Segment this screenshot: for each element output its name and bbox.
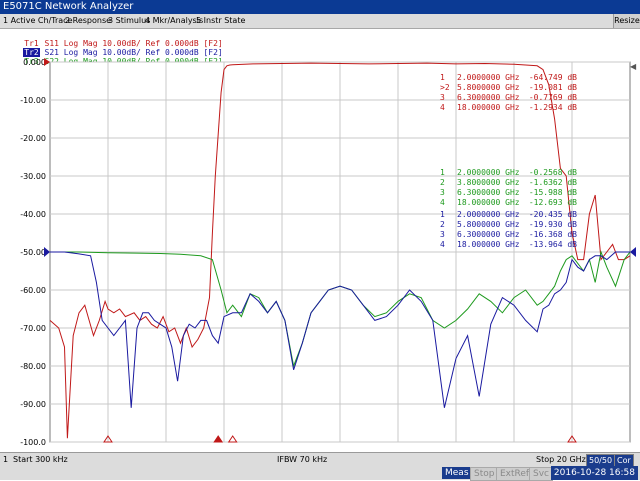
trace-1-label[interactable]: Tr1 S11 Log Mag 10.00dB/ Ref 0.000dB [F2… [4, 30, 222, 48]
y-tick-label: -20.00 [20, 134, 46, 143]
y-tick-label: -40.00 [20, 210, 46, 219]
reference-line-marker-icon [44, 247, 50, 257]
marker-frequency: 2.0000000 GHz [457, 168, 520, 177]
marker-id: 4 [440, 240, 445, 249]
y-tick-label: -10.00 [20, 96, 46, 105]
menu-instr-state[interactable]: 5 Instr State [196, 14, 245, 28]
y-tick-label: -60.00 [20, 286, 46, 295]
trace-2-label[interactable]: Tr2 S21 Log Mag 10.00dB/ Ref 0.000dB [F2… [4, 39, 223, 57]
y-tick-label: 0.000 [23, 58, 46, 67]
marker-value: -20.435 dB [529, 210, 577, 219]
marker-frequency: 5.8000000 GHz [457, 220, 520, 229]
marker-frequency: 2.0000000 GHz [457, 73, 520, 82]
scroll-up-icon[interactable]: ◀ [630, 62, 638, 72]
marker-value: -16.368 dB [529, 230, 577, 239]
marker-frequency: 6.3000000 GHz [457, 230, 520, 239]
marker-frequency: 6.3000000 GHz [457, 188, 520, 197]
y-tick-label: -80.00 [20, 362, 46, 371]
marker-id: 2 [440, 178, 445, 187]
marker-value: -12.693 dB [529, 198, 577, 207]
marker-frequency: 18.000000 GHz [457, 198, 520, 207]
marker-value: -64.749 dB [529, 73, 577, 82]
reference-line-marker-right-icon [630, 247, 636, 257]
marker-value: -1.6362 dB [529, 178, 577, 187]
y-tick-label: -30.00 [20, 172, 46, 181]
marker-frequency: 18.000000 GHz [457, 103, 520, 112]
date-time: 2016-10-28 16:58 [550, 466, 638, 480]
svc-indicator: Svc [529, 467, 553, 481]
ifbw-setting[interactable]: IFBW 70 kHz [277, 453, 327, 467]
marker-frequency: 6.3000000 GHz [457, 93, 520, 102]
y-tick-label: -100.0 [20, 438, 46, 447]
menu-bar: 1 Active Ch/Trace 2 Response 3 Stimulus … [0, 14, 640, 29]
reference-level-marker-icon [44, 58, 50, 66]
marker-frequency: 18.000000 GHz [457, 240, 520, 249]
y-tick-label: -70.00 [20, 324, 46, 333]
extref-indicator: ExtRef [496, 467, 534, 481]
marker-id: 1 [440, 210, 445, 219]
marker-value: -15.988 dB [529, 188, 577, 197]
marker-value: -13.964 dB [529, 240, 577, 249]
marker-value: -19.081 dB [529, 83, 577, 92]
marker-id: 3 [440, 230, 445, 239]
channel-number: 1 [3, 455, 9, 464]
stop-frequency[interactable]: Stop 20 GHz [536, 453, 586, 467]
meas-indicator: Meas [442, 467, 472, 479]
marker-value: -19.930 dB [529, 220, 577, 229]
marker-frequency: 3.8000000 GHz [457, 178, 520, 187]
marker-id: 2 [440, 220, 445, 229]
marker-frequency: 5.8000000 GHz [457, 83, 520, 92]
marker-value: -1.2934 dB [529, 103, 577, 112]
marker-id: 1 [440, 73, 445, 82]
status-bar: 1 Start 300 kHz IFBW 70 kHz Stop 20 GHz … [0, 452, 640, 468]
window-title: E5071C Network Analyzer [3, 1, 134, 12]
measurement-chart[interactable]: 0.000 -10.00 -20.00 -30.00 -40.00 -50.00 -60.0… [0, 56, 640, 452]
marker-id: 3 [440, 188, 445, 197]
y-tick-label: -90.00 [20, 400, 46, 409]
marker-value: -0.7769 dB [529, 93, 577, 102]
menu-mkr-analysis[interactable]: 4 Mkr/Analysis [145, 14, 203, 28]
trace-legend: Tr1 S11 Log Mag 10.00dB/ Ref 0.000dB [F2… [0, 30, 260, 66]
menu-response[interactable]: 2 Response [65, 14, 111, 28]
marker-id: 1 [440, 168, 445, 177]
y-tick-label: -50.00 [20, 248, 46, 257]
resize-button[interactable]: Resize [613, 14, 640, 28]
marker-id: 4 [440, 103, 445, 112]
start-frequency[interactable]: Start 300 kHz [13, 453, 68, 467]
marker-id: >2 [440, 83, 450, 92]
menu-active-ch-trace[interactable]: 1 Active Ch/Trace [3, 14, 73, 28]
bottom-status-bar: Meas Stop ExtRef Svc 2016-10-28 16:58 [0, 466, 640, 481]
marker-value: -0.2568 dB [529, 168, 577, 177]
stop-indicator: Stop [470, 467, 499, 481]
marker-frequency: 2.0000000 GHz [457, 210, 520, 219]
marker-id: 4 [440, 198, 445, 207]
window-title-bar: E5071C Network Analyzer [0, 0, 640, 14]
marker-id: 3 [440, 93, 445, 102]
